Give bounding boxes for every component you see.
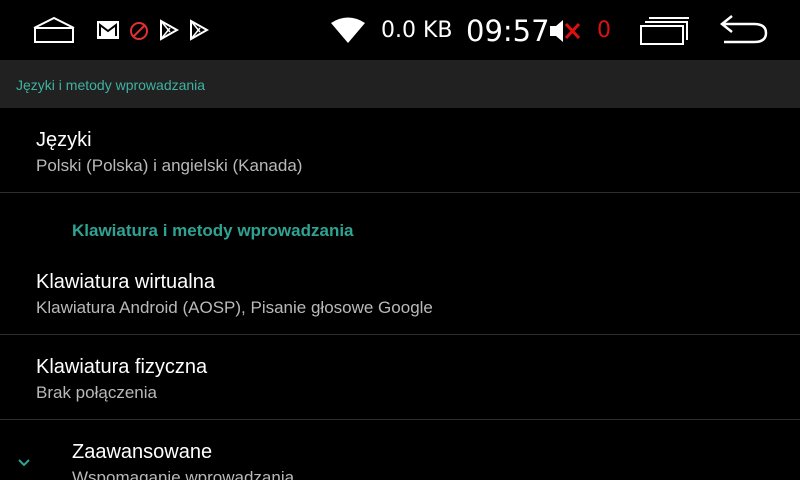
setting-subtitle: Polski (Polska) i angielski (Kanada) [36,156,303,175]
block-icon [130,22,148,40]
gmail-icon [97,21,119,39]
volume-level: 0 [597,18,611,43]
setting-title: Klawiatura wirtualna [36,271,215,293]
setting-physical-keyboard[interactable]: Klawiatura fizyczna Brak połączenia [0,335,800,419]
setting-title: Klawiatura fizyczna [36,356,208,378]
setting-subtitle: Klawiatura Android (AOSP), Pisanie głoso… [36,298,433,317]
home-icon[interactable] [32,16,76,44]
section-header-keyboard: Klawiatura i metody wprowadzania [72,221,354,240]
setting-languages[interactable]: Języki Polski (Polska) i angielski (Kana… [0,108,800,192]
setting-title: Języki [36,129,92,151]
recent-apps-icon[interactable] [639,16,689,46]
wifi-icon [331,17,365,43]
chevron-down-icon [18,459,30,467]
setting-title: Zaawansowane [72,441,213,463]
play-store-icon [160,19,180,41]
clock: 09:57 [466,14,550,48]
settings-list: Języki Polski (Polska) i angielski (Kana… [0,108,800,480]
play-store-icon [190,19,210,41]
title-bar: Języki i metody wprowadzania [0,60,800,108]
divider [0,192,800,193]
network-speed: 0.0 KB [381,18,453,43]
volume-mute-icon[interactable] [548,16,584,46]
page-title: Języki i metody wprowadzania [16,77,206,93]
back-icon[interactable] [718,14,770,46]
setting-advanced[interactable]: Zaawansowane Wspomaganie wprowadzania [0,420,800,480]
setting-virtual-keyboard[interactable]: Klawiatura wirtualna Klawiatura Android … [0,250,800,334]
setting-subtitle: Brak połączenia [36,383,157,402]
status-bar: 0.0 KB 09:57 0 [0,0,800,60]
setting-subtitle: Wspomaganie wprowadzania [72,468,295,480]
